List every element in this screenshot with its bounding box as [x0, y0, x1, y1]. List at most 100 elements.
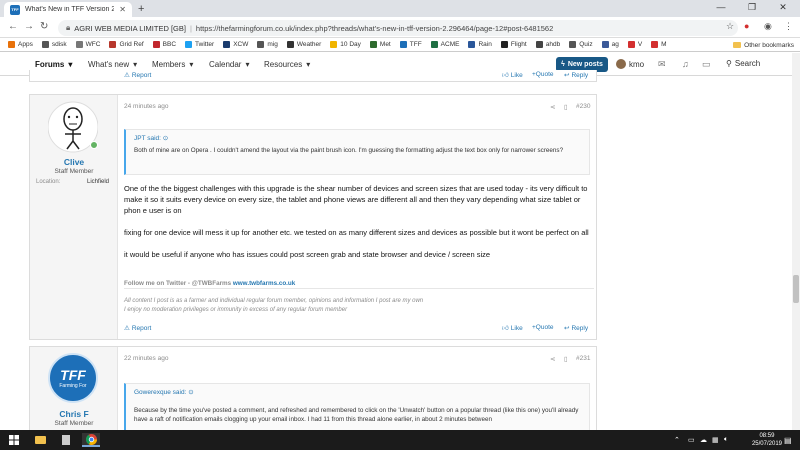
back-arrow-icon[interactable]: ←: [8, 21, 18, 32]
close-tab-icon[interactable]: ✕: [119, 5, 126, 14]
nav-whats-new[interactable]: What's new ▾: [88, 60, 137, 69]
chevron-down-icon[interactable]: ▾: [306, 60, 310, 69]
quote-label: +Quote: [532, 71, 554, 78]
arrow-up-icon[interactable]: ⊙: [163, 135, 168, 142]
avatar: [616, 59, 626, 69]
tff-logo-avatar[interactable]: TFF Farming For: [48, 353, 98, 403]
bookmark-v[interactable]: V: [627, 41, 642, 48]
bookmark-icon[interactable]: ▭: [702, 59, 711, 70]
inbox-icon[interactable]: ✉: [658, 59, 666, 70]
bookmark-xcw[interactable]: XCW: [223, 41, 248, 48]
windows-taskbar: ⌃ ▭ ☁ ▦ 🔈︎ 08:59 25/07/2019 ▤: [0, 430, 800, 450]
bookmark-sdisk[interactable]: sdisk: [41, 41, 67, 48]
post-number[interactable]: #231: [576, 355, 590, 362]
address-bar[interactable]: 🔒︎ AGRI WEB MEDIA LIMITED [GB] | https:/…: [58, 20, 738, 36]
menu-dots-icon[interactable]: ⋮: [784, 21, 793, 32]
nav-calendar[interactable]: Calendar ▾: [209, 60, 249, 69]
scrollbar[interactable]: [792, 53, 800, 430]
quote-link[interactable]: +Quote: [532, 71, 554, 78]
post-time[interactable]: 22 minutes ago: [124, 355, 168, 362]
bell-icon[interactable]: ♫: [682, 59, 689, 69]
bookmark-rain[interactable]: Rain: [468, 41, 492, 48]
separator: |: [189, 23, 192, 33]
bookmark-star-icon[interactable]: ☆: [726, 21, 734, 32]
volume-icon[interactable]: 🔈︎: [724, 433, 728, 447]
quote-header[interactable]: Gowerexque said: ⊙: [126, 384, 589, 400]
quote-header[interactable]: JPT said: ⊙: [126, 130, 589, 146]
bookmark-ahdb[interactable]: ahdb: [535, 41, 560, 48]
user-menu[interactable]: kmo: [616, 59, 644, 69]
bookmark-quiz[interactable]: Quiz: [569, 41, 593, 48]
chevron-down-icon[interactable]: ▾: [189, 60, 193, 69]
file-explorer-icon[interactable]: [32, 433, 48, 447]
user-role: Staff Member: [54, 420, 94, 427]
clock-time: 08:59: [759, 433, 775, 439]
chrome-taskbar-icon[interactable]: [82, 433, 100, 447]
chevron-up-icon[interactable]: ⌃: [674, 433, 680, 447]
like-link[interactable]: 👍︎ Like: [502, 324, 523, 333]
bookmark-weather[interactable]: Weather: [286, 41, 321, 48]
post-number[interactable]: #230: [576, 103, 590, 110]
share-icon[interactable]: ⋖: [550, 103, 555, 111]
network-icon[interactable]: ▦: [712, 433, 719, 447]
post-time[interactable]: 24 minutes ago: [124, 103, 168, 110]
report-link[interactable]: ⚠︎ Report: [124, 324, 151, 333]
share-icon[interactable]: ⋖: [550, 355, 555, 363]
system-clock[interactable]: 08:59 25/07/2019: [752, 432, 782, 448]
cloud-icon[interactable]: ☁: [700, 433, 707, 447]
bookmark-label: TFF: [409, 41, 422, 48]
search-button[interactable]: ⚲ Search: [726, 59, 760, 68]
calculator-icon[interactable]: [58, 433, 74, 447]
bookmark-twitter[interactable]: Twitter: [185, 41, 214, 48]
nav-resources[interactable]: Resources ▾: [264, 60, 310, 69]
chevron-down-icon[interactable]: ▾: [68, 60, 72, 69]
bookmark-acme[interactable]: ACME: [430, 41, 459, 48]
bookmark-apps[interactable]: Apps: [8, 41, 33, 48]
bookmark-mig[interactable]: mig: [257, 41, 278, 48]
bookmark-label: mig: [267, 41, 278, 48]
minimize-button[interactable]: —: [706, 2, 736, 12]
other-bookmarks[interactable]: Other bookmarks: [733, 38, 794, 52]
bookmark-icon[interactable]: ▯: [564, 355, 568, 363]
bookmark-grid-ref[interactable]: Grid Ref: [109, 41, 144, 48]
reply-link[interactable]: ↩︎ Reply: [564, 71, 588, 80]
bookmark-icon[interactable]: ▯: [564, 103, 568, 111]
bookmark-m[interactable]: M: [651, 41, 667, 48]
maximize-button[interactable]: ❐: [737, 2, 767, 13]
close-window-button[interactable]: ✕: [768, 2, 798, 13]
bookmark-10-day[interactable]: 10 Day: [330, 41, 361, 48]
notifications-icon[interactable]: ▤: [784, 433, 792, 447]
report-label: Report: [131, 71, 152, 79]
like-link[interactable]: 👍︎ Like: [502, 71, 523, 80]
nav-forums[interactable]: Forums ▾: [35, 60, 72, 69]
bookmark-ag[interactable]: ag: [601, 41, 619, 48]
bookmark-tff[interactable]: TFF: [399, 41, 422, 48]
reply-link[interactable]: ↩︎ Reply: [564, 324, 588, 333]
other-bookmarks-label: Other bookmarks: [744, 41, 794, 49]
forward-arrow-icon[interactable]: →: [24, 21, 34, 32]
bookmark-flight[interactable]: Flight: [500, 41, 527, 48]
browser-tab[interactable]: TFF What's New in TFF Version 2 | Fo ✕: [4, 2, 132, 17]
bookmark-met[interactable]: Met: [369, 41, 391, 48]
bookmark-label: Rain: [478, 41, 492, 48]
reload-icon[interactable]: ↻: [40, 21, 48, 32]
bookmark-favicon-icon: [627, 41, 635, 48]
url-text[interactable]: https://thefarmingforum.co.uk/index.php?…: [196, 24, 553, 33]
arrow-up-icon[interactable]: ⊙: [188, 389, 193, 396]
username[interactable]: Clive: [30, 157, 118, 167]
bookmark-wfc[interactable]: WFC: [75, 41, 100, 48]
bookmark-bbc[interactable]: BBC: [152, 41, 176, 48]
profile-avatar-icon[interactable]: ◉: [764, 21, 772, 32]
website-link[interactable]: www.twbfarms.co.uk: [233, 280, 295, 287]
new-tab-button[interactable]: +: [138, 3, 144, 15]
battery-icon[interactable]: ▭: [688, 433, 695, 447]
username[interactable]: Chris F: [30, 409, 118, 419]
quote-link[interactable]: +Quote: [532, 324, 554, 331]
chevron-down-icon[interactable]: ▾: [133, 60, 137, 69]
windows-start-icon[interactable]: [6, 433, 22, 447]
chevron-down-icon[interactable]: ▾: [245, 60, 249, 69]
scrollbar-thumb[interactable]: [793, 275, 799, 303]
report-link[interactable]: ⚠︎ Report: [124, 71, 152, 80]
nav-members[interactable]: Members ▾: [152, 60, 193, 69]
extension-icon[interactable]: ●: [744, 21, 749, 31]
